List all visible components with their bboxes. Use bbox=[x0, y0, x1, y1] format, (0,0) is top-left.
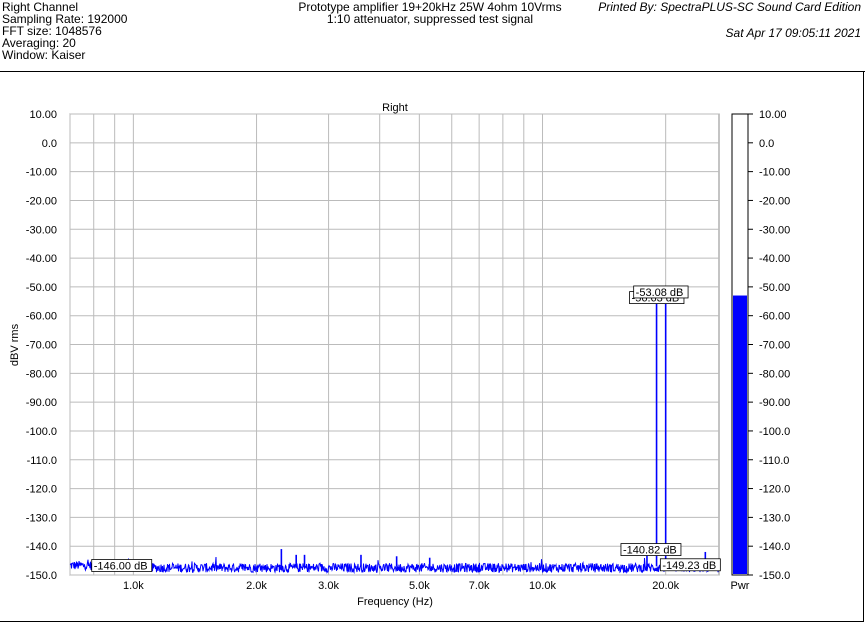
peak-marker: -140.82 dB bbox=[620, 543, 682, 557]
y-tick-label: -80.00 bbox=[26, 368, 57, 380]
y-tick-label: -40.00 bbox=[26, 253, 57, 265]
y-tick-label: -150.0 bbox=[26, 570, 57, 582]
meter-tick-label: -40.00 bbox=[759, 253, 790, 265]
grid bbox=[69, 113, 720, 576]
meter-tick-label: -140.0 bbox=[759, 541, 790, 553]
peak-marker: -146.00 dB bbox=[91, 559, 153, 572]
y-tick-label: 0.0 bbox=[42, 138, 57, 150]
meter-fill bbox=[733, 295, 747, 574]
annotations: -56.63 dB-53.08 dB-140.82 dB-146.00 dB -1… bbox=[91, 285, 721, 572]
meter-tick-label: -150.0 bbox=[759, 570, 790, 582]
y-tick-label: -140.0 bbox=[26, 541, 57, 553]
y-tick-label: -20.00 bbox=[26, 195, 57, 207]
meter-tick-label: -130.0 bbox=[759, 512, 790, 524]
y-tick-label: -90.00 bbox=[26, 397, 57, 409]
meter-tick-label: -70.00 bbox=[759, 340, 790, 352]
marker-label: -149.23 dB bbox=[662, 560, 716, 572]
meter-tick-label: -100.0 bbox=[759, 426, 790, 438]
marker-label: -53.08 dB bbox=[636, 287, 684, 299]
meter-tick-label: -110.0 bbox=[759, 455, 789, 467]
y-axis-label: dBV rms bbox=[9, 323, 21, 366]
meter-tick-label: -90.00 bbox=[759, 397, 790, 409]
x-tick-label: 2.0k bbox=[246, 580, 267, 592]
power-meter: 10.00 0.0 -10.00 -20.00 -30.00 -40.00 -50.00 -6… bbox=[731, 109, 791, 592]
meter-tick-label: -10.00 bbox=[759, 167, 790, 179]
meter-label: Pwr bbox=[731, 580, 750, 592]
meter-tick-label: -60.00 bbox=[759, 311, 790, 323]
meter-tick-label: 10.00 bbox=[759, 109, 787, 121]
plot-area bbox=[69, 296, 720, 575]
y-tick-label: -110.0 bbox=[27, 455, 57, 467]
x-axis-label: Frequency (Hz) bbox=[357, 596, 433, 608]
y-tick-label: -50.00 bbox=[26, 282, 57, 294]
x-tick-label: 5.0k bbox=[409, 580, 430, 592]
y-tick-label: -120.0 bbox=[26, 484, 57, 496]
y-tick-label: -130.0 bbox=[26, 512, 57, 524]
x-tick-label: 3.0k bbox=[318, 580, 339, 592]
spectrum-chart: Right Frequency (Hz) dBV rms 10.00 0.0 -10… bbox=[9, 102, 791, 608]
y-tick-label: 10.00 bbox=[29, 109, 57, 121]
x-tick-label: 1.0k bbox=[123, 580, 144, 592]
y-tick-label: -60.00 bbox=[26, 311, 57, 323]
chart-title: Right bbox=[382, 102, 408, 114]
y-tick-label: -10.00 bbox=[26, 167, 57, 179]
marker-label: -140.82 dB bbox=[623, 545, 677, 557]
y-tick-labels: 10.00 0.0 -10.00 -20.00 -30.00 -40.00 -50.00 -6… bbox=[26, 109, 57, 582]
meter-tick-label: -30.00 bbox=[759, 224, 790, 236]
y-tick-label: -70.00 bbox=[26, 340, 57, 352]
meter-tick-label: -80.00 bbox=[759, 368, 790, 380]
y-tick-label: -100.0 bbox=[26, 426, 57, 438]
noise-floor-trace bbox=[69, 556, 720, 575]
x-tick-labels: 1.0k 2.0k 3.0k 5.0k 7.0k 10.0k 20.0k bbox=[123, 580, 680, 592]
y-tick-label: -30.00 bbox=[26, 224, 57, 236]
meter-tick-label: -120.0 bbox=[759, 484, 790, 496]
meter-tick-label: 0.0 bbox=[759, 138, 774, 150]
meter-tick-label: -50.00 bbox=[759, 282, 790, 294]
x-tick-label: 10.0k bbox=[529, 580, 556, 592]
meter-tick-label: -20.00 bbox=[759, 195, 790, 207]
peak-marker: -149.23 dB bbox=[659, 558, 721, 572]
x-tick-label: 20.0k bbox=[652, 580, 679, 592]
peak-marker: -53.08 dB bbox=[633, 285, 689, 299]
x-tick-label: 7.0k bbox=[469, 580, 490, 592]
marker-label: -146.00 dB bbox=[94, 560, 148, 572]
